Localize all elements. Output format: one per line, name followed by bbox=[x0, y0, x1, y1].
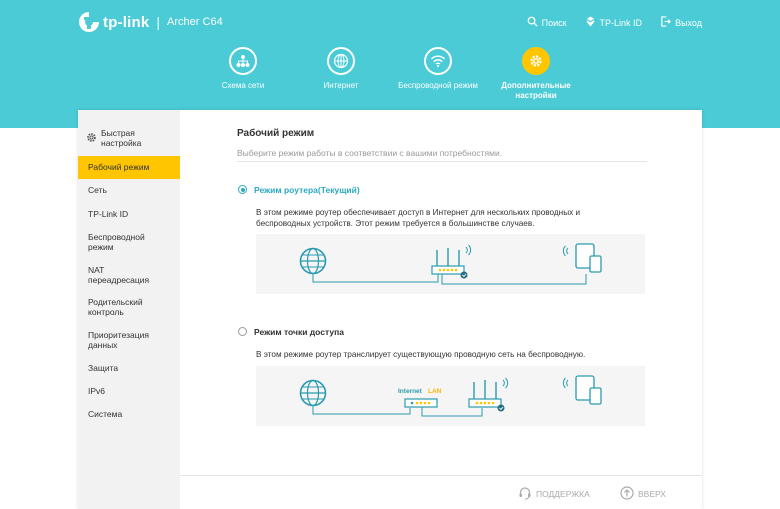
ap-mode-label[interactable]: Режим точки доступа bbox=[254, 327, 344, 337]
sidebar-item-label: NAT переадресация bbox=[88, 265, 150, 285]
devices-icon bbox=[562, 243, 602, 273]
lan-port-label: LAN bbox=[428, 388, 442, 395]
sidebar-item-label: Защита bbox=[88, 363, 119, 373]
sidebar-item-parental[interactable]: Родительский контроль bbox=[78, 297, 153, 317]
sidebar-item-ipv6[interactable]: IPv6 bbox=[78, 386, 180, 396]
router-mode-label[interactable]: Режим роутера(Текущий) bbox=[254, 185, 360, 195]
main-nav: Схема сети Интернет Беспроводной режим Д… bbox=[0, 47, 780, 107]
sidebar-item-nat[interactable]: NAT переадресация bbox=[78, 265, 158, 285]
search-icon bbox=[527, 16, 538, 29]
sidebar-item-security[interactable]: Защита bbox=[78, 363, 180, 373]
tplink-logo-icon bbox=[78, 11, 100, 33]
sidebar-item-operation-mode[interactable]: Рабочий режим bbox=[78, 156, 180, 179]
brand-name: tp-link bbox=[103, 13, 150, 31]
router-icon bbox=[431, 244, 472, 279]
back-to-top-label: ВВЕРХ bbox=[638, 489, 666, 499]
sidebar-item-wireless[interactable]: Беспроводной режим bbox=[78, 232, 148, 252]
content: Рабочий режим Выберите режим работы в со… bbox=[180, 110, 702, 475]
nav-wireless-label: Беспроводной режим bbox=[398, 81, 478, 90]
sidebar-item-tplink-id[interactable]: TP-Link ID bbox=[78, 209, 180, 219]
support-button[interactable]: ПОДДЕРЖКА bbox=[518, 486, 590, 502]
nav-network-map-label: Схема сети bbox=[221, 81, 265, 90]
globe-icon bbox=[299, 379, 327, 407]
nav-network-map[interactable]: Схема сети bbox=[198, 47, 288, 91]
wifi-icon bbox=[424, 47, 452, 75]
sidebar-item-label: Сеть bbox=[88, 185, 107, 195]
nav-advanced[interactable]: Дополнительные настройки bbox=[491, 47, 581, 101]
sidebar-item-label: Приоритезация данных bbox=[88, 330, 149, 350]
support-button-label: ПОДДЕРЖКА bbox=[536, 489, 590, 499]
sidebar-item-qos[interactable]: Приоритезация данных bbox=[78, 330, 153, 350]
router-mode-diagram bbox=[256, 234, 645, 294]
logout-link[interactable]: Выход bbox=[660, 16, 702, 29]
router-mode-description: В этом режиме роутер обеспечивает доступ… bbox=[256, 208, 581, 228]
sidebar-item-label: Рабочий режим bbox=[88, 162, 150, 172]
sidebar-item-label: Родительский контроль bbox=[88, 297, 143, 317]
back-to-top-button[interactable]: ВВЕРХ bbox=[620, 486, 666, 502]
nav-wireless[interactable]: Беспроводной режим bbox=[393, 47, 483, 91]
globe-icon bbox=[327, 47, 355, 75]
tplink-id-link-label: TP-Link ID bbox=[599, 17, 643, 28]
sidebar-item-label: TP-Link ID bbox=[88, 209, 129, 219]
ap-mode-diagram: Internet LAN bbox=[256, 366, 645, 426]
logout-icon bbox=[660, 16, 671, 29]
search-link[interactable]: Поиск bbox=[527, 16, 567, 29]
footer: ПОДДЕРЖКА ВВЕРХ bbox=[180, 475, 702, 509]
nav-advanced-label: Дополнительные настройки bbox=[501, 81, 571, 100]
page-title: Рабочий режим bbox=[237, 128, 315, 139]
globe-icon bbox=[299, 247, 327, 275]
main-card: Быстрая настройка Рабочий режим Сеть TP-… bbox=[78, 110, 702, 509]
search-link-label: Поиск bbox=[541, 17, 567, 28]
arrow-up-circle-icon bbox=[620, 486, 634, 502]
title-divider bbox=[237, 161, 647, 162]
sidebar-item-label: Быстрая настройка bbox=[101, 128, 142, 148]
gear-icon bbox=[522, 47, 550, 75]
headset-icon bbox=[518, 486, 532, 502]
ap-mode-radio[interactable] bbox=[238, 327, 247, 336]
router-icon bbox=[468, 377, 509, 412]
router-mode-radio[interactable] bbox=[238, 185, 247, 194]
page-subtitle: Выберите режим работы в соответствии с в… bbox=[237, 148, 503, 158]
brand-separator: | bbox=[156, 14, 161, 30]
gear-icon bbox=[86, 132, 97, 145]
logout-link-label: Выход bbox=[675, 17, 702, 28]
sidebar-item-label: IPv6 bbox=[88, 386, 106, 396]
ap-mode-description: В этом режиме роутер транслирует существ… bbox=[256, 350, 586, 359]
sidebar-item-quick-setup[interactable]: Быстрая настройка bbox=[78, 128, 180, 148]
upstream-router-icon bbox=[404, 398, 438, 408]
top-links: Поиск TP-Link ID Выход bbox=[527, 16, 702, 29]
tplink-id-link[interactable]: TP-Link ID bbox=[585, 16, 643, 29]
internet-port-label: Internet bbox=[398, 388, 423, 395]
logo: tp-link | Archer C64 bbox=[78, 11, 223, 33]
sidebar-item-label: Беспроводной режим bbox=[88, 232, 145, 252]
tplink-id-icon bbox=[585, 16, 596, 29]
nav-internet-label: Интернет bbox=[323, 81, 359, 90]
sidebar-item-network[interactable]: Сеть bbox=[78, 185, 180, 195]
sidebar-item-system[interactable]: Система bbox=[78, 409, 180, 419]
network-map-icon bbox=[229, 47, 257, 75]
devices-icon bbox=[562, 375, 602, 405]
nav-internet[interactable]: Интернет bbox=[296, 47, 386, 91]
sidebar: Быстрая настройка Рабочий режим Сеть TP-… bbox=[78, 110, 180, 509]
header: tp-link | Archer C64 Поиск TP-Link ID Вы… bbox=[0, 0, 780, 128]
model-name: Archer C64 bbox=[167, 16, 223, 28]
sidebar-item-label: Система bbox=[88, 409, 123, 419]
